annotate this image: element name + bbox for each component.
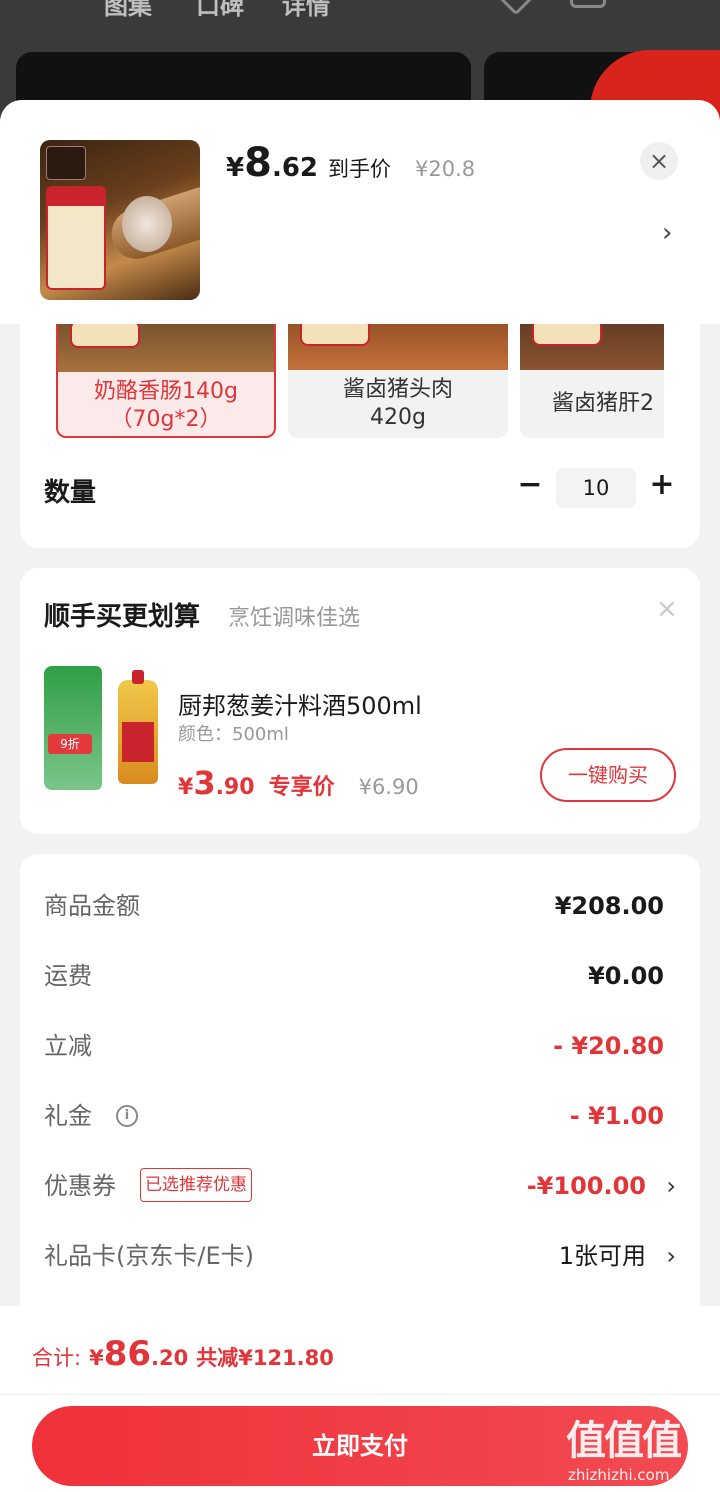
variant-options: 奶酪香肠140g （70g*2） 酱卤猪头肉 420g 酱卤猪肝2 <box>56 310 664 440</box>
checkout-footer: 合计: ¥ 86 .20 共减¥121.80 立即支付 值值值 zhizhizh… <box>0 1306 720 1492</box>
close-button[interactable]: × <box>640 142 678 180</box>
summary-row-gift-card[interactable]: 礼品卡(京东卡/E卡) 1张可用 › <box>44 1236 676 1276</box>
chevron-right-icon: › <box>666 1242 676 1270</box>
variant-label: 酱卤猪肝2 <box>552 391 654 416</box>
addon-title: 顺手买更划算 <box>44 602 201 632</box>
watermark-logo: 值值值 <box>566 1418 682 1464</box>
summary-row-instant-discount: 立减 - ¥20.80 <box>44 1026 676 1066</box>
summary-label: 礼金 <box>44 1102 92 1130</box>
variant-option-pig-head[interactable]: 酱卤猪头肉 420g <box>288 310 508 438</box>
coupon-recommended-badge: 已选推荐优惠 <box>140 1168 252 1202</box>
total-decimal: .20 <box>151 1346 189 1370</box>
summary-value: ¥0.00 <box>588 962 664 990</box>
tab-gallery[interactable]: 图集 <box>104 0 152 21</box>
price-currency: ¥ <box>226 153 245 183</box>
summary-value: 1张可用 <box>558 1242 646 1270</box>
promo-badge-image <box>46 186 106 290</box>
brand-logo-icon <box>46 146 86 180</box>
product-thumbnail[interactable] <box>40 140 200 300</box>
discount-tag: 9折 <box>48 734 92 754</box>
addon-product-name[interactable]: 厨邦葱姜汁料酒500ml <box>178 686 422 721</box>
chevron-right-icon: › <box>666 1172 676 1200</box>
addon-product-spec: 颜色：500ml <box>178 724 289 745</box>
addon-price-integer: 3 <box>193 764 216 802</box>
addon-price-row: ¥ 3 .90 专享价 ¥6.90 <box>178 764 419 802</box>
summary-label: 商品金额 <box>44 892 140 920</box>
tab-reviews[interactable]: 口碑 <box>196 0 244 21</box>
summary-label: 礼品卡(京东卡/E卡) <box>44 1242 254 1270</box>
addon-original-price: ¥6.90 <box>358 775 419 799</box>
addon-close-icon[interactable]: × <box>656 594 678 624</box>
watermark-url: zhizhizhi.com <box>568 1466 670 1484</box>
summary-label: 立减 <box>44 1032 92 1060</box>
addon-card: 顺手买更划算 烹饪调味佳选 × 9折 厨邦葱姜汁料酒500ml 颜色：500ml… <box>20 568 700 834</box>
order-summary: 商品金额 ¥208.00 运费 ¥0.00 立减 - ¥20.80 礼金 i -… <box>20 854 700 1374</box>
summary-row-coupon[interactable]: 优惠券 已选推荐优惠 -¥100.00 › <box>44 1166 676 1206</box>
summary-label: 优惠券 <box>44 1172 116 1200</box>
addon-green-pack <box>44 666 102 790</box>
total-row: 合计: ¥ 86 .20 共减¥121.80 <box>32 1334 334 1374</box>
original-price: ¥20.8 <box>415 157 476 181</box>
tab-details[interactable]: 详情 <box>282 0 330 21</box>
price-integer: 8 <box>244 140 272 186</box>
addon-subtitle: 烹饪调味佳选 <box>228 606 361 631</box>
variant-label-line2: （70g*2） <box>110 407 222 432</box>
total-label: 合计: <box>32 1346 82 1370</box>
variant-label: 奶酪香肠140g （70g*2） <box>58 378 274 434</box>
summary-label: 运费 <box>44 962 92 990</box>
star-icon[interactable] <box>490 0 542 16</box>
addon-price-decimal: .90 <box>215 775 255 800</box>
price-row: ¥ 8 .62 到手价 ¥20.8 <box>226 140 475 190</box>
variant-label-line1: 奶酪香肠140g <box>94 379 238 404</box>
quantity-plus-button[interactable]: + <box>648 468 676 502</box>
price-tag: 到手价 <box>328 157 391 181</box>
sausage-cut-image <box>122 196 172 252</box>
variant-label-line1: 酱卤猪头肉 <box>342 377 453 402</box>
quantity-label: 数量 <box>44 478 97 508</box>
variant-label-line2: 420g <box>370 405 426 430</box>
purchase-sheet: ¥ 8 .62 到手价 ¥20.8 × › 奶酪香肠140g （70g*2） 酱… <box>0 100 720 1492</box>
summary-row-gift-money: 礼金 i - ¥1.00 <box>44 1096 676 1136</box>
total-currency: ¥ <box>89 1346 104 1370</box>
bottle-label <box>122 722 154 762</box>
more-icon[interactable] <box>640 0 676 8</box>
summary-value: ¥208.00 <box>554 892 664 920</box>
addon-price-tag: 专享价 <box>268 775 335 800</box>
price-decimal: .62 <box>271 153 318 183</box>
addon-product-image[interactable]: 9折 <box>44 666 168 790</box>
total-integer: 86 <box>103 1334 152 1374</box>
variant-badge <box>70 320 140 348</box>
info-icon[interactable]: i <box>116 1105 138 1127</box>
summary-value: -¥100.00 <box>526 1172 646 1200</box>
summary-row-subtotal: 商品金额 ¥208.00 <box>44 886 676 926</box>
chevron-right-icon[interactable]: › <box>662 218 672 248</box>
variant-label: 酱卤猪头肉 420g <box>288 376 508 432</box>
quantity-input[interactable]: 10 <box>556 468 636 508</box>
total-savings: 共减¥121.80 <box>196 1346 334 1370</box>
summary-value: - ¥1.00 <box>569 1102 664 1130</box>
background-tabs: 图集 口碑 详情 <box>0 0 720 26</box>
addon-price-currency: ¥ <box>178 775 194 800</box>
watermark: 值值值 zhizhizhi.com <box>560 1408 720 1492</box>
footer-divider <box>0 1394 720 1395</box>
quantity-minus-button[interactable]: − <box>516 468 544 502</box>
summary-value: - ¥20.80 <box>553 1032 664 1060</box>
summary-row-shipping: 运费 ¥0.00 <box>44 956 676 996</box>
variant-option-pig-liver[interactable]: 酱卤猪肝2 <box>520 310 664 438</box>
variant-option-cheese-sausage[interactable]: 奶酪香肠140g （70g*2） <box>56 310 276 438</box>
spec-panel: 奶酪香肠140g （70g*2） 酱卤猪头肉 420g 酱卤猪肝2 数量 − 1… <box>20 310 700 548</box>
one-click-buy-button[interactable]: 一键购买 <box>540 748 676 802</box>
sheet-header: ¥ 8 .62 到手价 ¥20.8 × › <box>0 100 720 324</box>
share-icon[interactable] <box>570 0 606 8</box>
